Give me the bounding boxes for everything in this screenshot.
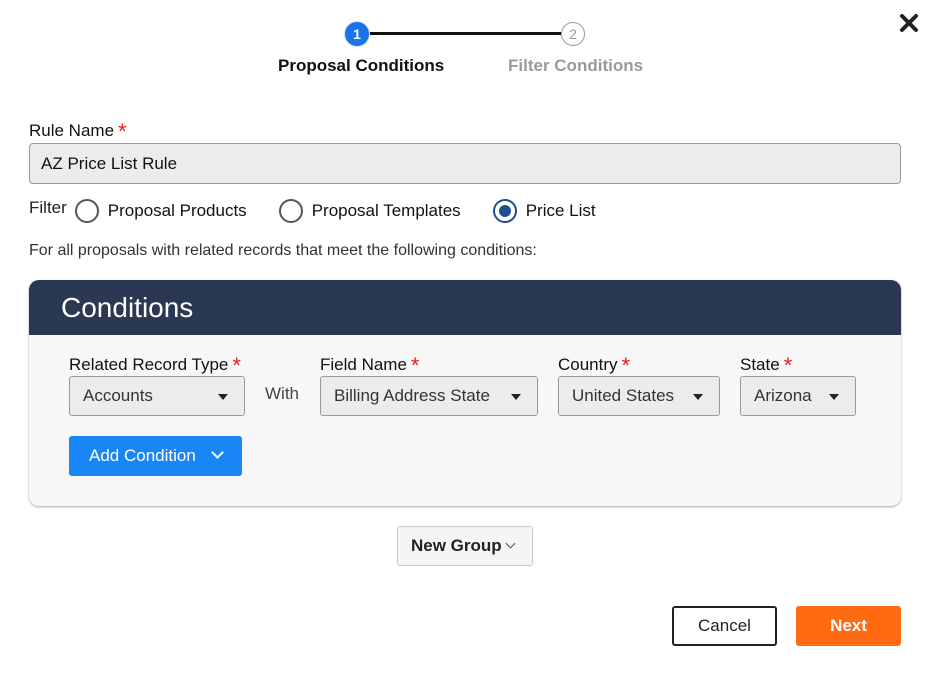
with-text: With [265,384,299,403]
state-label: State * [740,353,793,378]
step-1-indicator[interactable]: 1 [345,22,369,46]
step-1-label: Proposal Conditions [278,56,445,75]
stepper-connector [368,32,562,35]
new-group-button[interactable]: New Group [397,526,533,566]
caret-down-icon [218,394,228,400]
country-label: Country * [558,353,631,378]
required-mark: * [783,353,793,378]
caret-down-icon [511,394,521,400]
caret-down-icon [829,394,839,400]
instructions-text: For all proposals with related records t… [29,242,537,259]
country-select[interactable]: United States [558,376,720,416]
field-name-select[interactable]: Billing Address State [320,376,538,416]
radio-button[interactable] [278,199,303,223]
chevron-down-icon [211,446,224,459]
step-2-indicator[interactable]: 2 [561,22,585,46]
next-button[interactable]: Next [796,606,901,646]
radio-button-selected[interactable] [492,199,517,223]
add-condition-button[interactable]: Add Condition [69,436,242,476]
step-2-label: Filter Conditions [508,56,644,75]
radio-proposal-templates[interactable]: Proposal Templates [278,199,461,223]
chevron-down-icon [505,538,516,549]
cancel-button[interactable]: Cancel [672,606,777,646]
caret-down-icon [693,394,703,400]
radio-label: Proposal Products [107,201,247,220]
radio-price-list[interactable]: Price List [492,199,596,223]
radio-label: Proposal Templates [311,201,461,220]
related-record-type-select[interactable]: Accounts [69,376,245,416]
rule-name-input[interactable] [29,143,901,184]
radio-label: Price List [525,201,596,220]
conditions-title: Conditions [29,280,901,335]
required-mark: * [621,353,631,378]
filter-label: Filter [29,198,67,217]
field-name-label: Field Name * [320,353,420,378]
filter-radio-group: Filter Proposal Products Proposal Templa… [29,196,628,226]
related-record-type-label: Related Record Type * [69,353,241,378]
required-mark: * [410,353,420,378]
radio-button[interactable] [74,199,99,223]
rule-name-label: Rule Name * [29,119,127,144]
wizard-stepper: 1 2 Proposal Conditions Filter Condition… [0,0,932,90]
radio-proposal-products[interactable]: Proposal Products [74,199,247,223]
required-mark: * [118,119,127,144]
state-select[interactable]: Arizona [740,376,856,416]
required-mark: * [232,353,241,378]
